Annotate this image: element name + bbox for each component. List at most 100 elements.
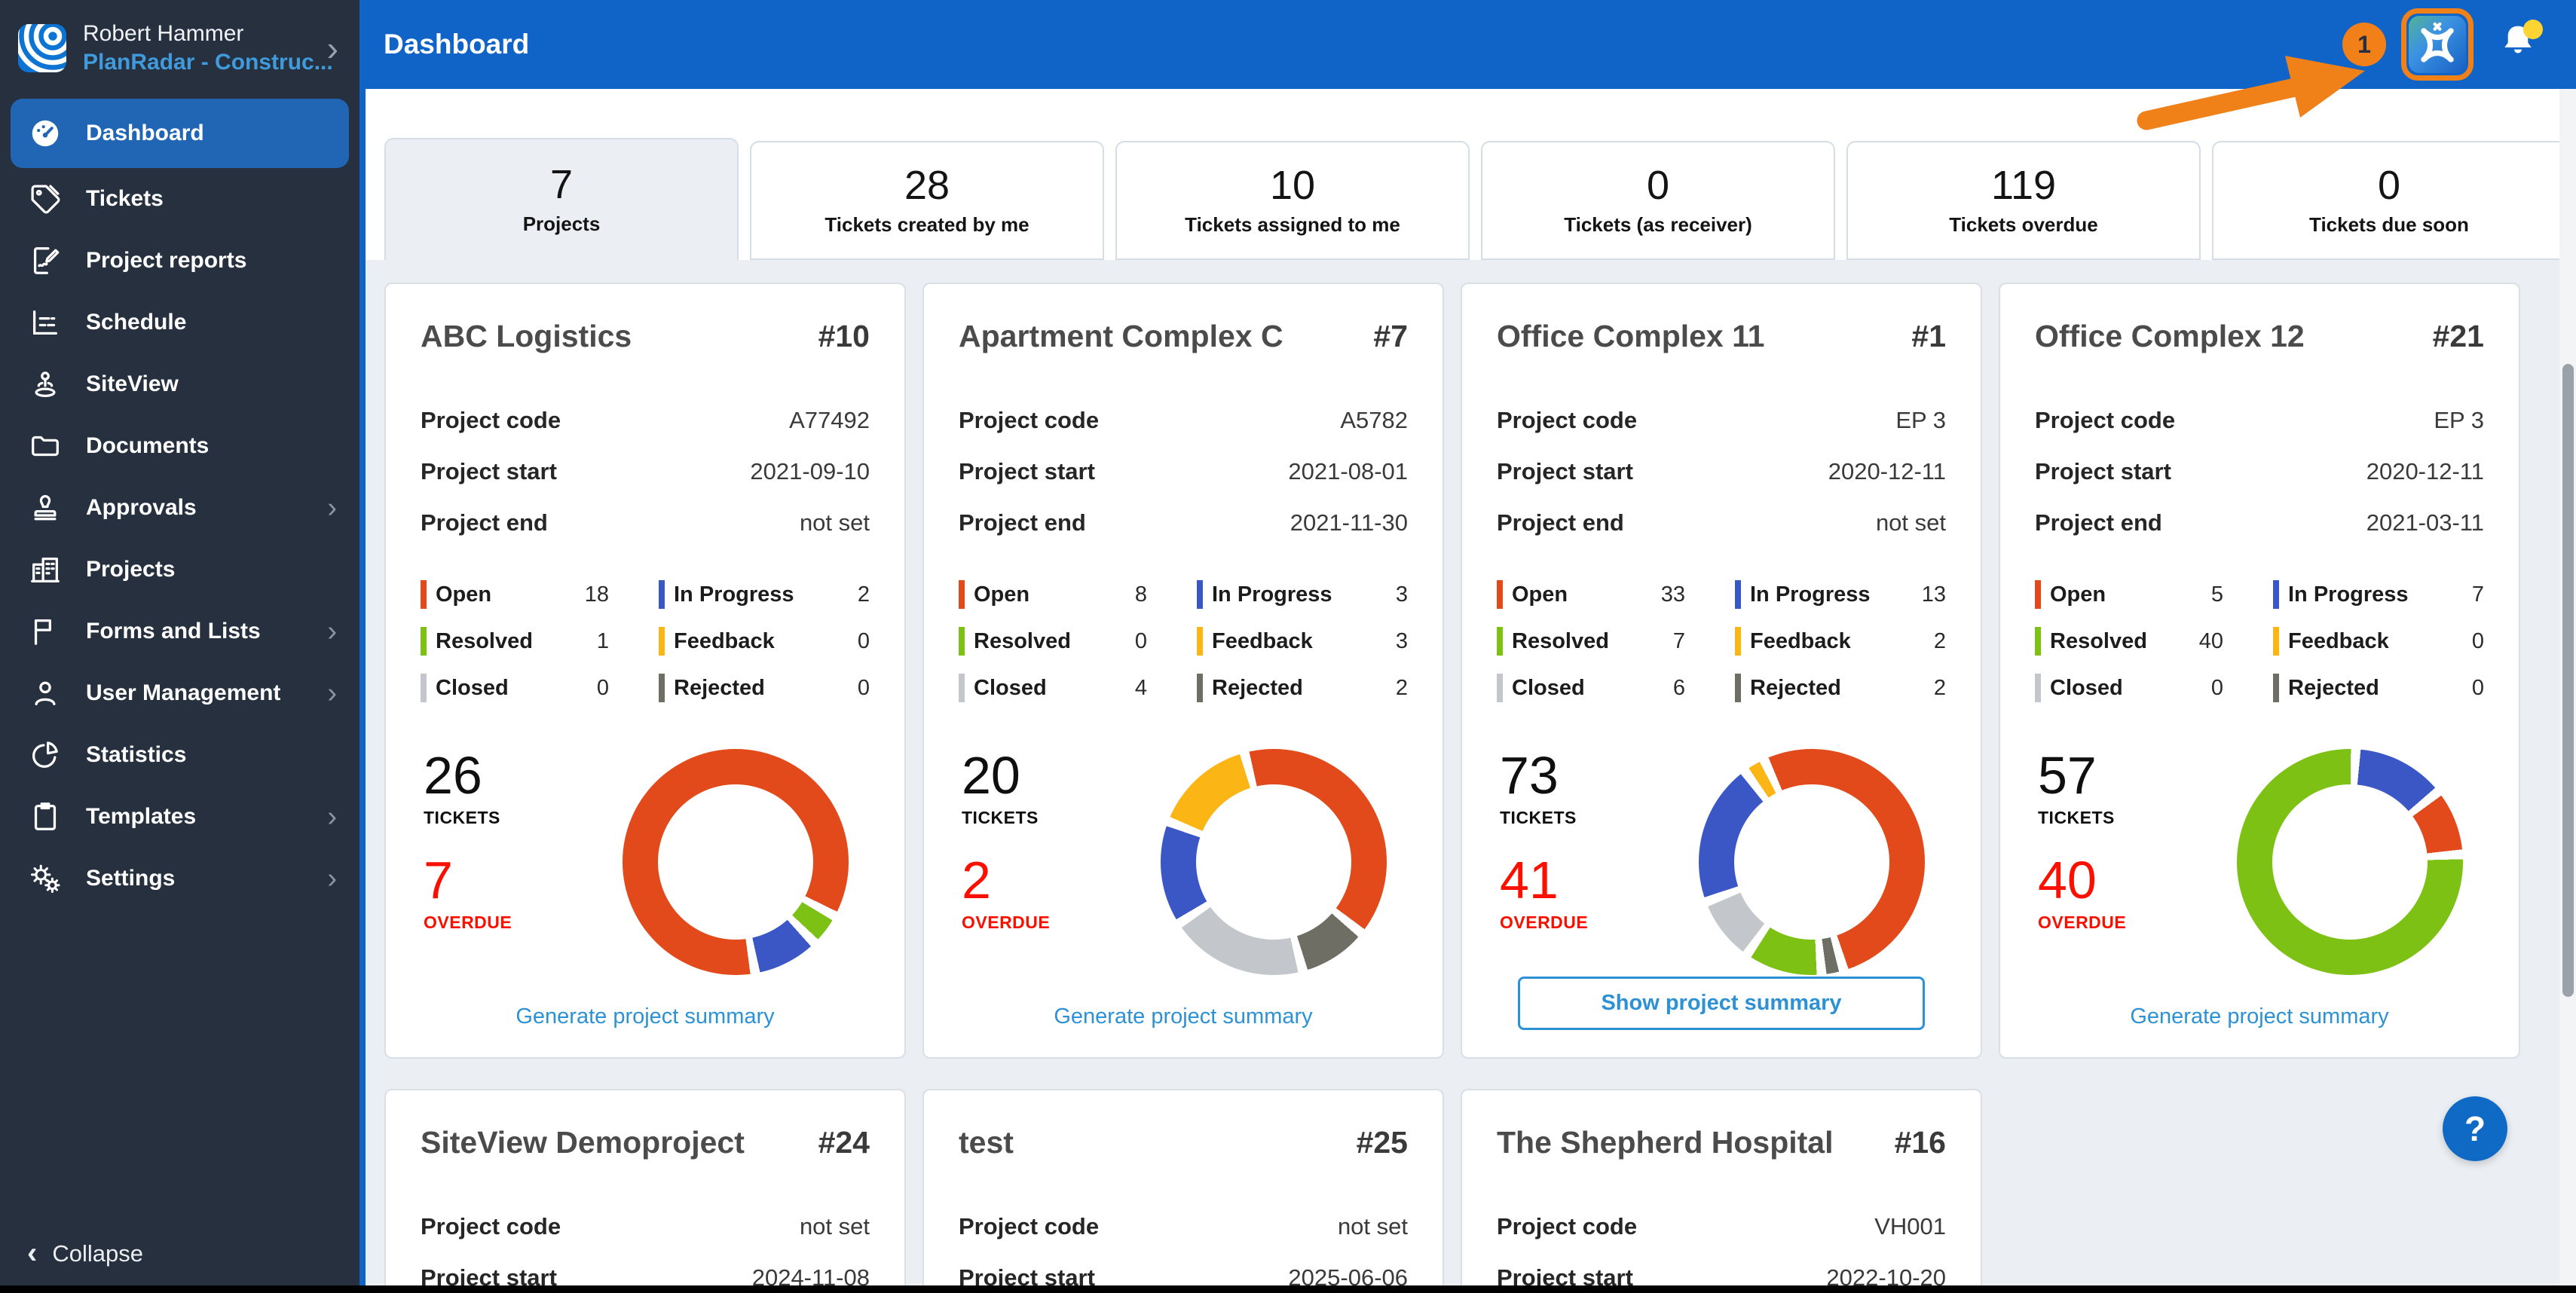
sidebar-item-schedule[interactable]: Schedule <box>0 292 359 353</box>
status-label: Closed <box>2050 675 2123 700</box>
status-count: 0 <box>2471 675 2484 700</box>
sidebar-item-documents[interactable]: Documents <box>0 415 359 477</box>
project-number: #1 <box>1911 319 1946 353</box>
sidebar-item-label: Project reports <box>86 248 247 273</box>
project-cards-row-2: SiteView Demoproject #24 Project code not… <box>384 1089 1982 1293</box>
sidebar-item-label: Statistics <box>86 742 187 767</box>
integrations-button[interactable] <box>2401 8 2474 81</box>
show-project-summary-button[interactable]: Show project summary <box>1518 977 1925 1030</box>
status-count: 3 <box>1395 582 1408 607</box>
project-name: Office Complex 12 <box>2035 319 2305 353</box>
meta-label: Project code <box>421 1213 561 1240</box>
meta-label: Project start <box>959 458 1095 484</box>
tile-tickets-due-soon[interactable]: 0 Tickets due soon <box>2212 141 2566 260</box>
tile-value: 0 <box>2377 163 2401 209</box>
status-legend: Open 8 In Progress 3 Resolved 0 Feedback 3 C… <box>959 580 1408 702</box>
project-card-test[interactable]: test #25 Project code not set Project sta… <box>922 1089 1444 1293</box>
rejected-color-bar <box>2273 674 2279 702</box>
sidebar-item-label: Forms and Lists <box>86 619 261 643</box>
tile-tickets-created-by-me[interactable]: 28 Tickets created by me <box>750 141 1104 260</box>
in-progress-color-bar <box>1735 580 1741 609</box>
sidebar-item-siteview[interactable]: SiteView <box>0 353 359 415</box>
project-card-office-complex-12[interactable]: Office Complex 12 #21 Project code EP 3 P… <box>1999 283 2520 1059</box>
tile-projects[interactable]: 7 Projects <box>384 138 739 260</box>
status-label: Resolved <box>1512 628 1609 653</box>
closed-color-bar <box>421 674 427 702</box>
closed-color-bar <box>1497 674 1503 702</box>
project-card-the-shepherd-hospital[interactable]: The Shepherd Hospital #16 Project code VH… <box>1461 1089 1982 1293</box>
sidebar: Robert Hammer PlanRadar - Construc... › … <box>0 0 359 1293</box>
sidebar-item-settings[interactable]: Settings › <box>0 848 359 909</box>
sidebar-item-approvals[interactable]: Approvals › <box>0 477 359 539</box>
person-pin-icon <box>27 366 63 402</box>
overdue-total: 41 <box>1500 851 1559 909</box>
scrollbar-thumb[interactable] <box>2562 364 2574 997</box>
project-card-siteview-demoproject[interactable]: SiteView Demoproject #24 Project code not… <box>384 1089 906 1293</box>
clipboard-icon <box>27 799 63 835</box>
tile-tickets-assigned-to-me[interactable]: 10 Tickets assigned to me <box>1115 141 1470 260</box>
card-header: test #25 <box>959 1125 1408 1160</box>
project-start-value: 2021-09-10 <box>750 458 870 484</box>
meta-label: Project code <box>959 1213 1100 1240</box>
generate-project-summary-link[interactable]: Generate project summary <box>511 1004 779 1030</box>
generate-project-summary-link[interactable]: Generate project summary <box>1049 1004 1317 1030</box>
status-label: Rejected <box>1212 675 1303 700</box>
sidebar-item-label: Schedule <box>86 310 187 335</box>
status-donut-chart <box>1699 749 1925 975</box>
meta-label: Project end <box>2035 509 2162 536</box>
tile-value: 119 <box>1990 163 2057 209</box>
project-start-value: 2020-12-11 <box>1828 458 1946 484</box>
sidebar-item-label: Projects <box>86 557 176 582</box>
project-end-value: 2021-11-30 <box>1290 509 1408 536</box>
status-count: 2 <box>857 582 870 607</box>
project-start-value: 2020-12-11 <box>2366 458 2484 484</box>
project-code-value: VH001 <box>1874 1213 1946 1240</box>
sidebar-item-project-reports[interactable]: Project reports <box>0 230 359 292</box>
sidebar-item-templates[interactable]: Templates › <box>0 786 359 848</box>
account-switcher[interactable]: Robert Hammer PlanRadar - Construc... › <box>0 0 359 91</box>
feedback-color-bar <box>659 627 665 656</box>
project-meta: Project code VH001 Project start 2022-10-2… <box>1497 1213 1946 1291</box>
meta-label: Project start <box>421 458 557 484</box>
sidebar-item-label: Templates <box>86 804 197 829</box>
status-count: 5 <box>2210 582 2223 607</box>
status-count: 18 <box>584 582 609 607</box>
project-card-abc-logistics[interactable]: ABC Logistics #10 Project code A77492 Pro… <box>384 283 906 1059</box>
tile-label: Tickets overdue <box>1949 212 2098 236</box>
sidebar-item-projects[interactable]: Projects <box>0 539 359 601</box>
notifications-button[interactable] <box>2496 20 2543 68</box>
status-count: 33 <box>1660 582 1685 607</box>
chevron-left-icon: ‹ <box>27 1236 38 1270</box>
status-legend: Open 33 In Progress 13 Resolved 7 Feedback 2… <box>1497 580 1946 702</box>
tile-tickets-as-receiver[interactable]: 0 Tickets (as receiver) <box>1481 141 1835 260</box>
status-count: 3 <box>1395 628 1408 653</box>
open-color-bar <box>959 580 965 609</box>
sidebar-item-dashboard[interactable]: Dashboard <box>11 99 349 168</box>
project-card-apartment-complex-c[interactable]: Apartment Complex C #7 Project code A5782… <box>922 283 1444 1059</box>
status-count: 40 <box>2198 628 2223 653</box>
scrollbar-track[interactable] <box>2559 89 2576 1285</box>
status-label: Rejected <box>674 675 765 700</box>
overdue-caption: OVERDUE <box>962 912 1051 932</box>
sidebar-item-forms-and-lists[interactable]: Forms and Lists › <box>0 601 359 662</box>
project-code-value: A5782 <box>1340 407 1408 433</box>
meta-label: Project code <box>1497 1213 1638 1240</box>
status-count: 0 <box>2471 628 2484 653</box>
collapse-sidebar-button[interactable]: ‹ Collapse <box>27 1236 143 1270</box>
pie-chart-icon <box>27 737 63 773</box>
tile-label: Tickets due soon <box>2309 212 2469 236</box>
stat-tiles: 7 Projects 28 Tickets created by me 10 T… <box>384 138 2566 260</box>
buildings-icon <box>27 552 63 588</box>
tile-value: 10 <box>1269 163 1316 209</box>
project-card-office-complex-11[interactable]: Office Complex 11 #1 Project code EP 3 Pr… <box>1461 283 1982 1059</box>
sidebar-item-tickets[interactable]: Tickets <box>0 168 359 230</box>
tile-label: Projects <box>522 212 601 235</box>
generate-project-summary-link[interactable]: Generate project summary <box>2125 1004 2393 1030</box>
status-count: 2 <box>1933 628 1946 653</box>
rejected-color-bar <box>1197 674 1203 702</box>
tile-tickets-overdue[interactable]: 119 Tickets overdue <box>1846 141 2201 260</box>
gantt-chart-icon <box>27 304 63 341</box>
sidebar-item-user-management[interactable]: User Management › <box>0 662 359 724</box>
sidebar-item-statistics[interactable]: Statistics <box>0 724 359 786</box>
help-button[interactable]: ? <box>2443 1096 2507 1161</box>
